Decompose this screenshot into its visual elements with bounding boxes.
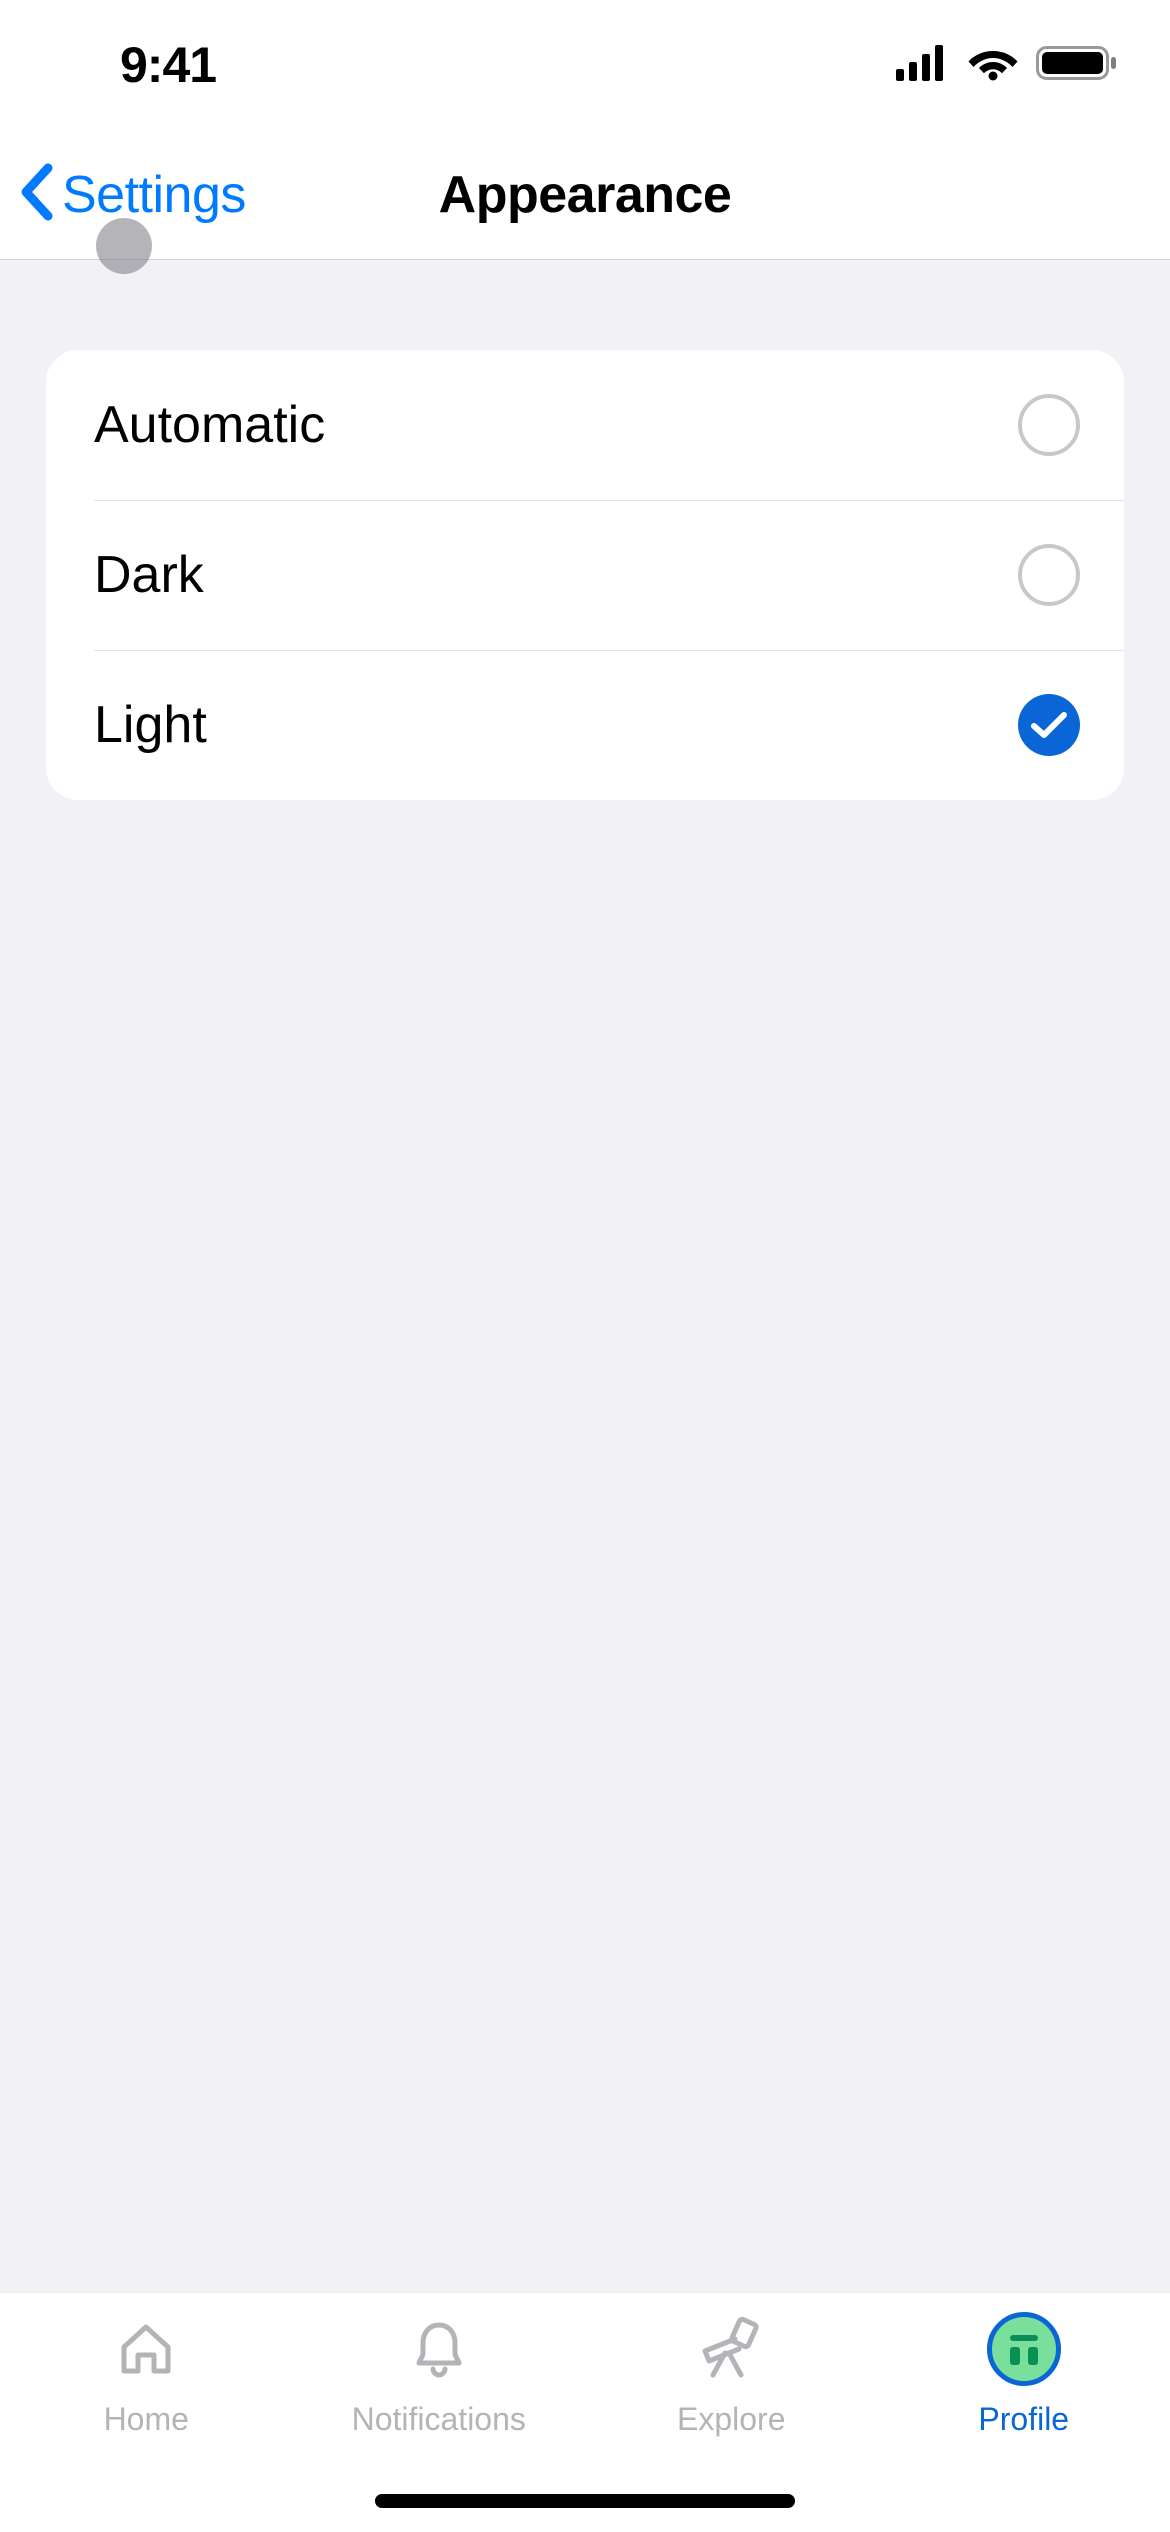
tab-profile[interactable]: Profile [878, 2311, 1170, 2532]
appearance-option-dark[interactable]: Dark [46, 500, 1124, 650]
telescope-icon [693, 2311, 769, 2387]
back-label: Settings [62, 165, 246, 225]
appearance-option-light[interactable]: Light [46, 650, 1124, 800]
appearance-option-label: Dark [94, 545, 204, 605]
back-button[interactable]: Settings [18, 162, 246, 227]
radio-unchecked-icon [1018, 544, 1080, 606]
avatar-icon [986, 2311, 1062, 2387]
appearance-option-label: Light [94, 695, 207, 755]
status-time: 9:41 [120, 36, 216, 94]
content-area: Automatic Dark Light [0, 260, 1170, 2292]
appearance-option-automatic[interactable]: Automatic [46, 350, 1124, 500]
cellular-icon [896, 45, 950, 86]
tab-home[interactable]: Home [0, 2311, 293, 2532]
status-indicators [896, 44, 1118, 87]
home-icon [108, 2311, 184, 2387]
home-indicator[interactable] [375, 2494, 795, 2508]
tab-label: Home [104, 2401, 189, 2438]
appearance-options-list: Automatic Dark Light [46, 350, 1124, 800]
chevron-left-icon [18, 162, 56, 227]
tab-label: Notifications [352, 2401, 526, 2438]
page-title: Appearance [439, 165, 732, 225]
appearance-option-label: Automatic [94, 395, 325, 455]
battery-icon [1036, 44, 1118, 87]
radio-unchecked-icon [1018, 394, 1080, 456]
bell-icon [401, 2311, 477, 2387]
wifi-icon [968, 45, 1018, 86]
status-bar: 9:41 [0, 0, 1170, 130]
tab-label: Profile [978, 2401, 1069, 2438]
navigation-bar: Settings Appearance [0, 130, 1170, 260]
tab-label: Explore [677, 2401, 786, 2438]
radio-checked-icon [1018, 694, 1080, 756]
